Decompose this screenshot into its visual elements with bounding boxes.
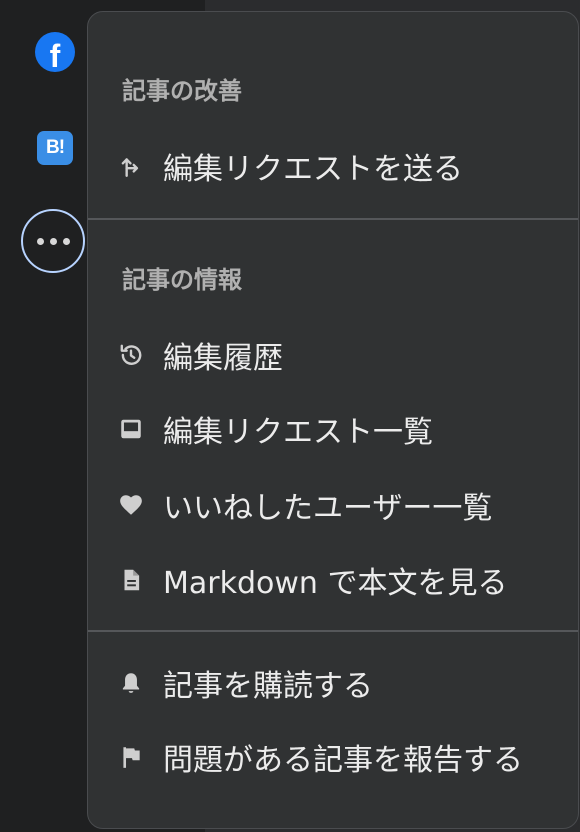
menu-item-subscribe[interactable]: 記事を購読する <box>118 660 578 706</box>
facebook-icon: f <box>49 38 61 74</box>
hatena-bookmark-button[interactable]: B! <box>37 131 73 165</box>
facebook-share-button[interactable]: f <box>35 32 75 72</box>
more-options-button[interactable] <box>21 209 85 273</box>
menu-item-label: いいねしたユーザー一覧 <box>163 491 493 526</box>
menu-divider <box>88 218 578 220</box>
menu-item-label: 記事を購読する <box>163 669 373 704</box>
section-title-info: 記事の情報 <box>122 266 242 294</box>
heart-icon <box>118 489 150 521</box>
menu-item-send-edit-request[interactable]: 編集リクエストを送る <box>118 143 578 189</box>
section-title-improve: 記事の改善 <box>122 77 242 105</box>
bell-icon <box>118 667 150 699</box>
inbox-icon <box>118 413 150 445</box>
menu-divider <box>88 630 578 632</box>
menu-item-edit-history[interactable]: 編集履歴 <box>118 332 578 378</box>
edit-request-arrow-icon <box>118 150 150 182</box>
menu-item-liked-users[interactable]: いいねしたユーザー一覧 <box>118 482 578 528</box>
menu-item-report-article[interactable]: 問題がある記事を報告する <box>118 734 578 780</box>
menu-item-edit-request-list[interactable]: 編集リクエスト一覧 <box>118 406 578 452</box>
menu-item-label: 問題がある記事を報告する <box>163 743 523 778</box>
flag-icon <box>118 741 150 773</box>
menu-item-label: 編集リクエスト一覧 <box>163 415 433 450</box>
history-icon <box>118 339 150 371</box>
menu-item-view-markdown[interactable]: Markdown で本文を見る <box>118 557 578 603</box>
hatena-bookmark-icon: B! <box>45 137 65 158</box>
menu-item-label: 編集リクエストを送る <box>163 152 463 187</box>
ellipsis-icon <box>26 214 80 268</box>
menu-item-label: 編集履歴 <box>163 341 283 376</box>
menu-item-label: Markdown で本文を見る <box>163 566 508 601</box>
document-icon <box>118 564 150 596</box>
article-options-menu: 記事の改善 編集リクエストを送る 記事の情報 編集履歴 編集リクエスト一覧 いい… <box>87 11 579 829</box>
